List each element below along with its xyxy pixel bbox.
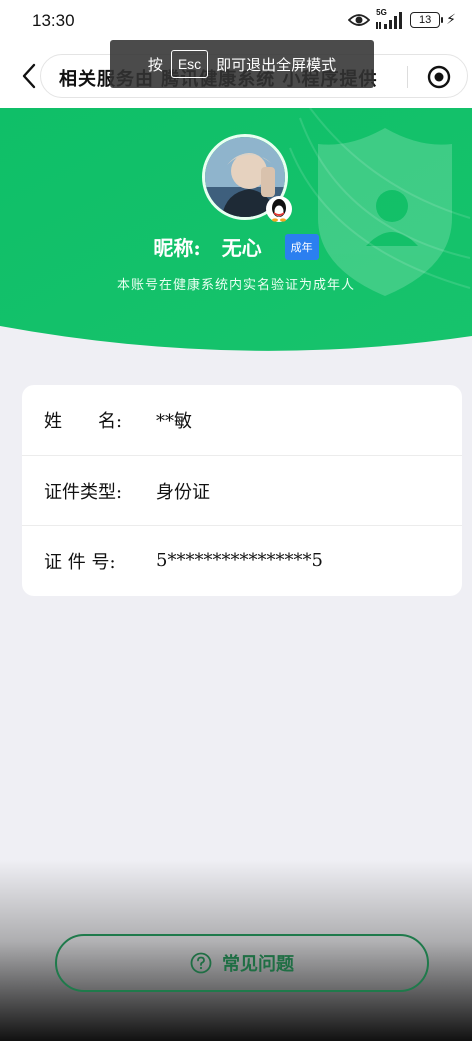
- info-row-id-number: 证 件 号: 5****************5: [22, 525, 462, 595]
- nickname-value: 无心: [221, 236, 262, 260]
- adult-badge: 成年: [284, 233, 319, 260]
- charging-bolt-icon: ⚡: [446, 12, 456, 28]
- toast-prefix: 按: [147, 55, 163, 74]
- info-label-id-type: 证件类型:: [44, 481, 123, 503]
- nav-divider: [407, 66, 408, 88]
- faq-button[interactable]: 常见问题: [55, 934, 429, 992]
- info-label-name: 姓 名:: [44, 411, 123, 432]
- battery-level: 13: [419, 14, 432, 26]
- info-value-id-number: 5****************5: [156, 550, 323, 571]
- faq-label: 常见问题: [222, 954, 294, 975]
- verify-note: 本账号在健康系统内实名验证为成年人: [116, 278, 355, 293]
- info-value-name: **敏: [156, 411, 192, 432]
- info-label-id-number: 证 件 号:: [44, 551, 116, 573]
- profile-hero: 昵称: 无心 成年 本账号在健康系统内实名验证为成年人: [0, 108, 472, 358]
- nickname-row: 昵称: 无心 成年: [0, 232, 472, 261]
- battery-icon: 13: [410, 12, 444, 28]
- status-bar: 13:30 5G 13 ⚡: [0, 0, 472, 44]
- question-circle-icon: [190, 952, 212, 974]
- status-time: 13:30: [32, 11, 75, 30]
- record-icon[interactable]: [427, 65, 451, 89]
- toast-suffix: 即可退出全屏模式: [216, 55, 337, 74]
- info-value-id-type: 身份证: [156, 481, 210, 503]
- chevron-left-icon[interactable]: [21, 63, 37, 89]
- status-icons: 5G 13 ⚡: [348, 8, 456, 30]
- identity-info-card: 姓 名: **敏 证件类型: 身份证 证 件 号: 5*************…: [22, 385, 462, 596]
- signal-icon: 5G: [376, 8, 404, 30]
- eye-icon: [348, 14, 371, 26]
- qq-penguin-icon: [266, 196, 292, 222]
- esc-key: Esc: [170, 50, 209, 78]
- fullscreen-exit-toast: 按 Esc 即可退出全屏模式: [110, 40, 374, 88]
- info-row-name: 姓 名: **敏: [22, 385, 462, 455]
- nickname-label: 昵称:: [153, 236, 201, 260]
- info-row-id-type: 证件类型: 身份证: [22, 455, 462, 525]
